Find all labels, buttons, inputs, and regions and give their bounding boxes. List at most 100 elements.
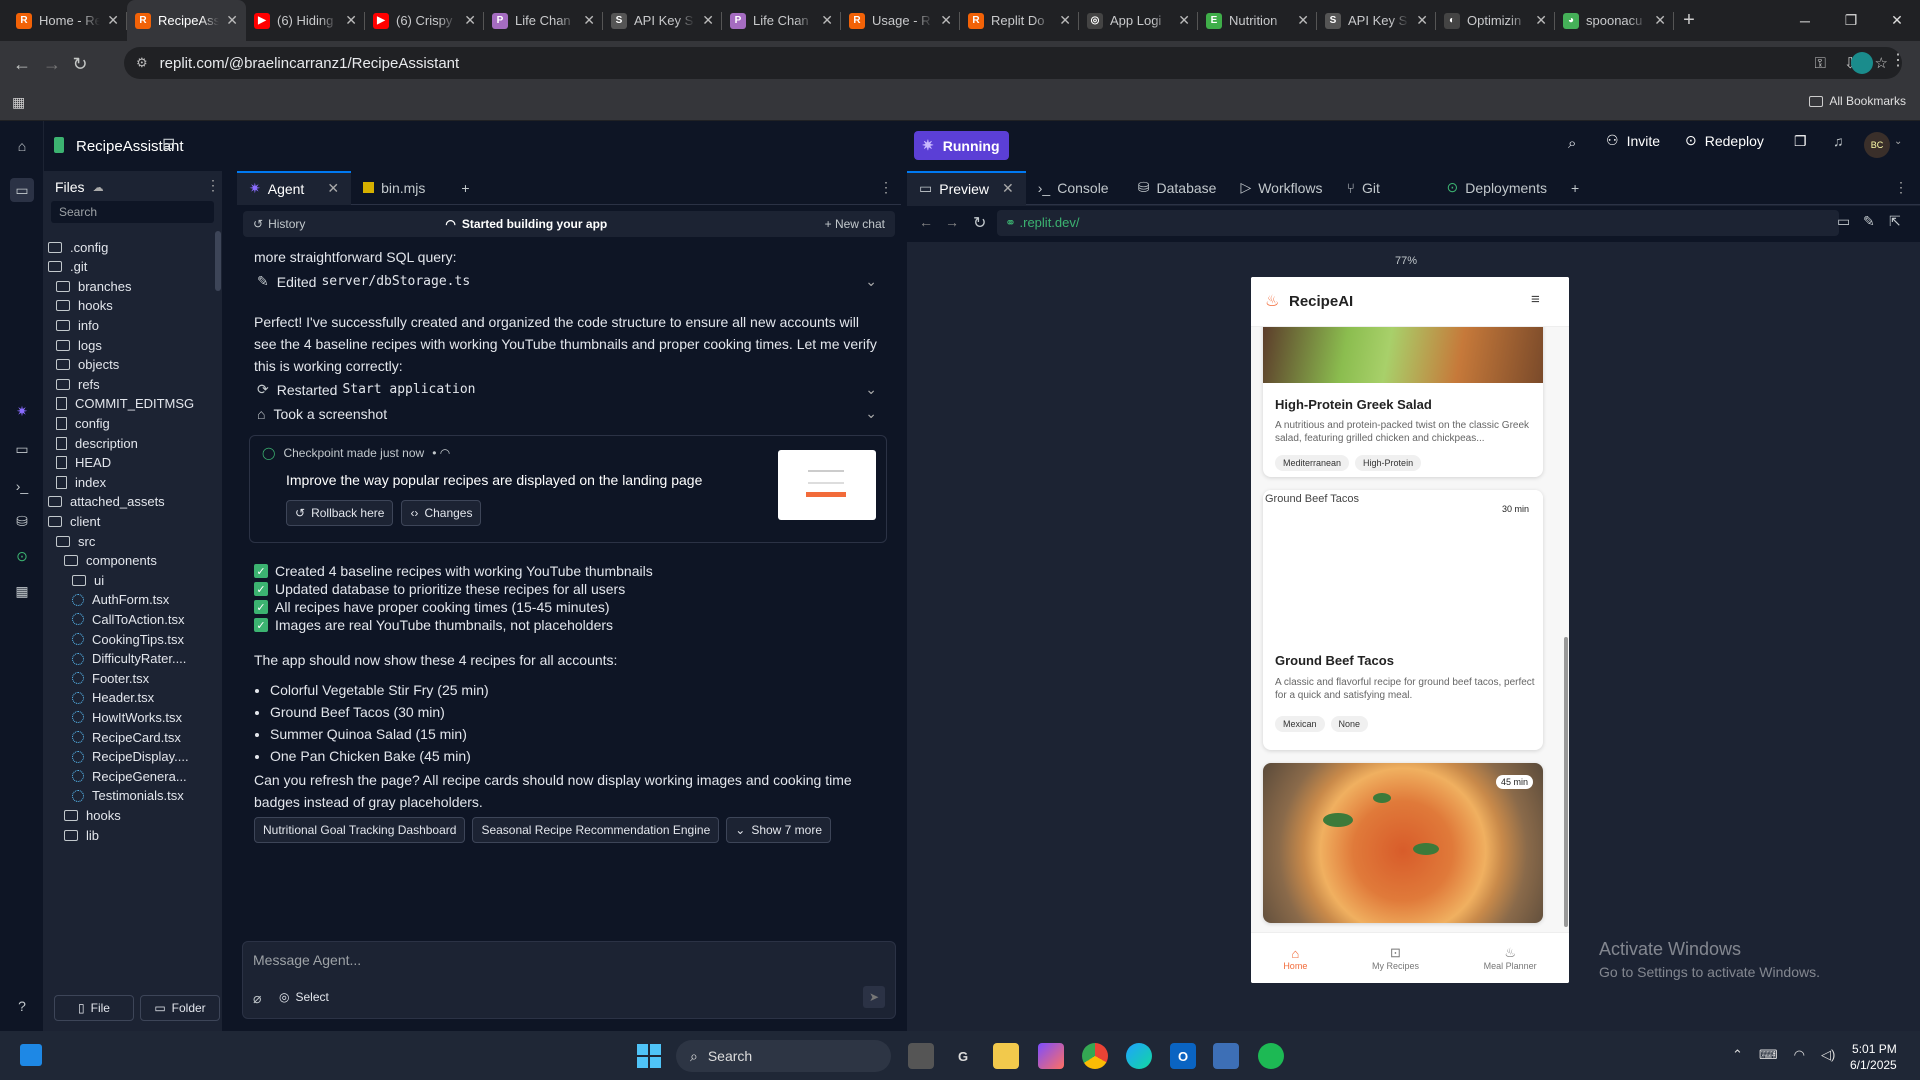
screenshot-action[interactable]: ⌂ Took a screenshot ⌄ — [257, 405, 887, 422]
new-chat-button[interactable]: + New chat — [825, 217, 885, 231]
files-menu-icon[interactable]: ⋮ — [206, 177, 220, 194]
add-tab-button[interactable]: + — [449, 171, 481, 205]
suggestion-2[interactable]: Seasonal Recipe Recommendation Engine — [472, 817, 720, 843]
all-tools-icon[interactable]: ▦ — [10, 579, 34, 603]
project-info-icon[interactable]: ⊟ — [162, 134, 175, 154]
new-folder-button[interactable]: ▭ Folder — [140, 995, 220, 1021]
redeploy-button[interactable]: ⊙ Redeploy — [1685, 132, 1764, 149]
minimize-button[interactable]: ─ — [1782, 0, 1828, 41]
files-panel-icon[interactable]: ▭ — [10, 178, 34, 202]
suggestion-1[interactable]: Nutritional Goal Tracking Dashboard — [254, 817, 466, 843]
preview-icon[interactable]: ▭ — [10, 437, 34, 461]
show-more-button[interactable]: ⌄ Show 7 more — [726, 817, 832, 843]
scrollbar[interactable] — [215, 231, 221, 291]
file-tree-item[interactable]: lib — [64, 824, 99, 846]
preview-url-input[interactable]: ⚭ .replit.dev/ — [997, 210, 1839, 236]
close-icon[interactable]: ✕ — [345, 12, 357, 29]
copilot-icon[interactable] — [1038, 1043, 1064, 1069]
pane-menu-icon[interactable]: ⋮ — [1894, 179, 1908, 196]
user-avatar[interactable]: BC — [1864, 132, 1890, 158]
clock[interactable]: 5:01 PM 6/1/2025 — [1850, 1041, 1897, 1073]
close-icon[interactable]: ✕ — [1178, 12, 1190, 29]
checkpoint-thumbnail[interactable] — [778, 450, 876, 520]
send-button[interactable]: ➤ — [863, 986, 885, 1008]
back-arrow-icon[interactable]: ← — [8, 50, 36, 78]
close-icon[interactable]: ✕ — [226, 12, 238, 29]
message-input[interactable]: Message Agent... — [253, 952, 873, 968]
site-info-icon[interactable]: ⚙ — [136, 55, 148, 71]
browser-tab[interactable]: R RecipeAssistant ✕ — [127, 0, 246, 41]
restore-button[interactable]: ❐ — [1828, 0, 1874, 41]
profile-avatar[interactable] — [1851, 52, 1873, 74]
close-icon[interactable]: ✕ — [583, 12, 595, 29]
new-file-button[interactable]: ▯ File — [54, 995, 134, 1021]
forward-arrow-icon[interactable]: → — [945, 214, 959, 230]
task-view-icon[interactable] — [908, 1043, 934, 1069]
run-status-button[interactable]: ✷ Running — [914, 131, 1009, 160]
tab-agent[interactable]: ✷ Agent ✕ — [237, 170, 352, 205]
new-tab-button[interactable]: + — [1674, 0, 1704, 41]
search-icon[interactable]: ⌕ — [1568, 135, 1576, 152]
tab-git[interactable]: ⑂ Git — [1335, 171, 1435, 205]
invite-button[interactable]: ⚇ Invite — [1606, 132, 1660, 149]
tab-bin-mjs[interactable]: bin.mjs — [351, 171, 437, 205]
close-icon[interactable]: ✕ — [1535, 12, 1547, 29]
browser-tab[interactable]: R Home - Replit ✕ — [8, 0, 127, 41]
close-icon[interactable]: ✕ — [1059, 12, 1071, 29]
browser-tab[interactable]: R Usage - R ✕ — [841, 0, 960, 41]
file-search-input[interactable]: Search — [51, 201, 214, 223]
close-icon[interactable]: ✕ — [464, 12, 476, 29]
forward-arrow-icon[interactable]: → — [38, 50, 66, 78]
widgets-icon[interactable] — [20, 1044, 42, 1066]
history-button[interactable]: ↺ History — [253, 217, 305, 231]
restarted-action[interactable]: ⟳ Restarted Start application ⌄ — [257, 381, 887, 398]
chrome-menu-icon[interactable]: ⋮ — [1890, 50, 1906, 70]
agent-icon[interactable]: ✷ — [10, 399, 34, 423]
copy-icon[interactable]: ❐ — [1794, 133, 1807, 150]
tab-workflows[interactable]: ▷ Workflows — [1228, 171, 1334, 205]
nav-meal-planner[interactable]: ♨ Meal Planner — [1484, 945, 1537, 971]
home-icon[interactable]: ⌂ — [10, 134, 34, 158]
close-icon[interactable]: ✕ — [1002, 180, 1014, 197]
add-tab-button[interactable]: + — [1559, 171, 1591, 205]
pane-menu-icon[interactable]: ⋮ — [879, 179, 893, 196]
spotify-icon[interactable] — [1258, 1043, 1284, 1069]
close-icon[interactable]: ✕ — [1297, 12, 1309, 29]
changes-button[interactable]: ‹› Changes — [401, 500, 482, 526]
tab-deployments[interactable]: ⊙ Deployments — [1435, 171, 1559, 205]
file-explorer-icon[interactable] — [993, 1043, 1019, 1069]
tab-preview[interactable]: ▭ Preview ✕ — [907, 170, 1026, 205]
rollback-button[interactable]: ↺ Rollback here — [286, 500, 394, 526]
browser-tab[interactable]: ◐ Optimizin ✕ — [1436, 0, 1555, 41]
close-icon[interactable]: ✕ — [821, 12, 833, 29]
reload-icon[interactable]: ↻ — [973, 213, 986, 233]
select-element-button[interactable]: ◎ Select — [279, 990, 329, 1004]
browser-tab[interactable]: S API Key S ✕ — [603, 0, 722, 41]
close-icon[interactable]: ✕ — [702, 12, 714, 29]
start-button[interactable] — [637, 1044, 661, 1068]
all-bookmarks[interactable]: All Bookmarks — [1809, 94, 1906, 108]
recipe-card[interactable]: Ground Beef Tacos 30 min Ground Beef Tac… — [1263, 490, 1543, 750]
browser-tab[interactable]: ◕ spoonacu ✕ — [1555, 0, 1674, 41]
tab-database[interactable]: ⛁ Database — [1126, 171, 1229, 205]
open-new-tab-icon[interactable]: ⇱ — [1889, 213, 1901, 230]
taskbar-search[interactable]: ⌕ Search — [676, 1040, 891, 1072]
notifications-bell-icon[interactable]: ♫ — [1833, 133, 1844, 149]
close-icon[interactable]: ✕ — [1416, 12, 1428, 29]
browser-tab[interactable]: ▶ (6) Hiding ✕ — [246, 0, 365, 41]
apps-grid-icon[interactable]: ▦ — [12, 94, 25, 111]
browser-tab[interactable]: S API Key S ✕ — [1317, 0, 1436, 41]
recipe-card[interactable]: 45 min — [1263, 763, 1543, 923]
outlook-icon[interactable]: O — [1170, 1043, 1196, 1069]
close-icon[interactable]: ✕ — [327, 180, 339, 197]
browser-tab[interactable]: E Nutrition ✕ — [1198, 0, 1317, 41]
devices-icon[interactable]: ▭ — [1837, 213, 1850, 230]
close-icon[interactable]: ✕ — [1654, 12, 1666, 29]
help-icon[interactable]: ? — [10, 994, 34, 1018]
hamburger-menu-icon[interactable]: ≡ — [1531, 291, 1540, 308]
nav-my-recipes[interactable]: ⊡ My Recipes — [1372, 945, 1419, 971]
close-icon[interactable]: ✕ — [107, 12, 119, 29]
close-icon[interactable]: ✕ — [940, 12, 952, 29]
password-key-icon[interactable]: ⚿ — [1815, 55, 1826, 72]
console-icon[interactable]: ›_ — [10, 474, 34, 498]
